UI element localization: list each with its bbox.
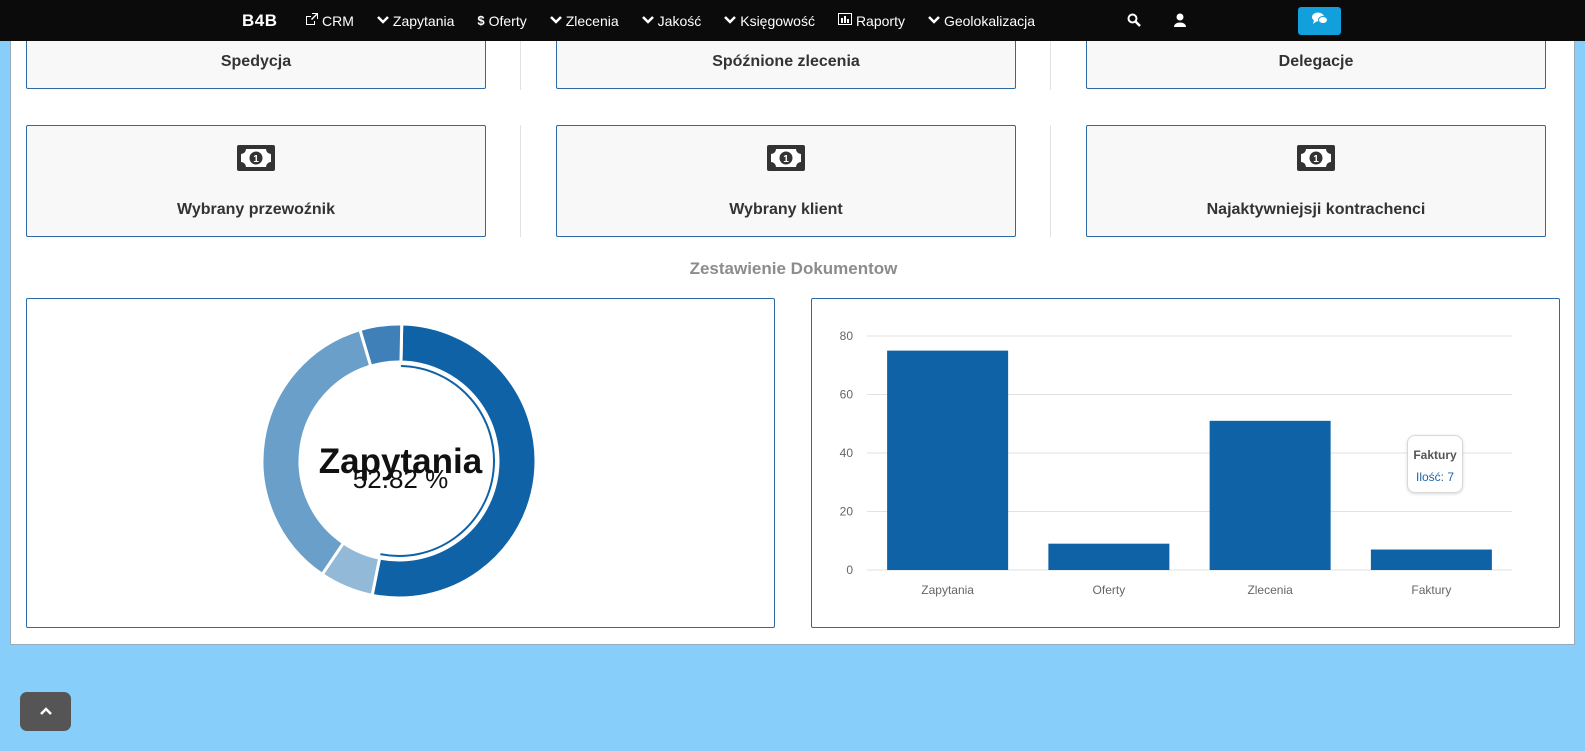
nav-item-label: Jakość (657, 12, 702, 29)
nav-item-label: Raporty (855, 12, 905, 29)
x-tick-label: Zlecenia (1247, 583, 1293, 597)
nav-item-zapytania[interactable]: Zapytania (377, 13, 454, 29)
tile-label: Najaktywniejsji kontrachenci (1206, 201, 1426, 218)
svg-text:1: 1 (1313, 154, 1319, 165)
chevron-down-icon (724, 13, 737, 28)
x-tick-label: Faktury (1411, 583, 1451, 597)
chart-tooltip: Faktury Ilość: 7 (1407, 435, 1463, 493)
money-bill-icon: 1 (237, 145, 275, 171)
chevron-down-icon (928, 13, 940, 28)
nav-item-label: Księgowość (740, 12, 815, 29)
svg-text:1: 1 (783, 154, 789, 165)
tile-wybrany-przewoznik[interactable]: 1 Wybrany przewoźnik (26, 125, 486, 237)
nav-item-jakosc[interactable]: Jakość (641, 12, 702, 29)
nav-item-label: Oferty (488, 12, 527, 29)
nav-item-label: Zlecenia (565, 12, 619, 29)
nav-menu: CRM Zapytania $ Oferty Zlecenia Jakość K… (305, 0, 1058, 41)
nav-item-label: Geolokalizacja (943, 12, 1036, 29)
tile-wybrany-klient[interactable]: 1 Wybrany klient (556, 125, 1016, 237)
divider (1050, 125, 1051, 237)
user-icon[interactable] (1174, 13, 1186, 27)
nav-item-ksiegowosc[interactable]: Księgowość (724, 13, 815, 29)
nav-item-raporty[interactable]: Raporty (837, 12, 905, 29)
donut-center-value: 52.82 % (352, 464, 449, 494)
tooltip-title: Faktury (1413, 448, 1457, 462)
donut-chart-panel: Zapytania 52.82 % (26, 298, 775, 628)
comments-icon (1311, 12, 1328, 30)
bar-zlecenia[interactable] (1209, 420, 1331, 570)
chat-button[interactable] (1298, 7, 1341, 35)
divider (520, 125, 521, 237)
y-tick-label: 20 (840, 505, 854, 519)
bar-chart-icon (837, 13, 852, 28)
chevron-down-icon (641, 13, 654, 28)
tile-label: Wybrany przewoźnik (177, 201, 335, 218)
nav-item-oferty[interactable]: $ Oferty (477, 13, 526, 29)
y-tick-label: 60 (840, 388, 854, 402)
external-link-icon (305, 13, 318, 28)
dollar-icon: $ (477, 13, 485, 28)
tooltip-value: Ilość: 7 (1415, 470, 1454, 484)
y-tick-label: 40 (840, 446, 854, 460)
top-navbar: B4B CRM Zapytania $ Oferty Zlecenia Jako… (0, 0, 1585, 41)
svg-text:1: 1 (253, 154, 259, 165)
nav-item-crm[interactable]: CRM (305, 13, 354, 29)
scroll-top-button[interactable] (20, 692, 71, 731)
bar-faktury[interactable] (1370, 549, 1492, 570)
dashboard-panel: Spedycja Spóźnione zlecenia Delegacje 1 … (10, 0, 1575, 645)
chevron-down-icon (549, 13, 562, 28)
brand-logo[interactable]: B4B (242, 11, 278, 31)
search-icon[interactable] (1127, 13, 1141, 27)
nav-item-label: CRM (322, 12, 354, 29)
bar-oferty[interactable] (1048, 543, 1170, 570)
tile-label: Spóźnione zlecenia (712, 53, 860, 70)
nav-item-label: Zapytania (392, 12, 455, 29)
x-tick-label: Oferty (1093, 583, 1126, 597)
nav-item-zlecenia[interactable]: Zlecenia (549, 12, 619, 29)
tile-najaktywniejsi-kontrahenci[interactable]: 1 Najaktywniejsji kontrachenci (1086, 125, 1546, 237)
section-title: Zestawienie Dokumentow (689, 259, 898, 278)
y-tick-label: 0 (846, 563, 853, 577)
tile-label: Delegacje (1278, 53, 1354, 70)
tile-label: Wybrany klient (729, 201, 843, 218)
chevron-down-icon (377, 13, 389, 28)
money-bill-icon: 1 (1297, 145, 1335, 171)
nav-item-geolokalizacja[interactable]: Geolokalizacja (928, 13, 1035, 29)
x-tick-label: Zapytania (921, 583, 974, 597)
tile-label: Spedycja (220, 53, 292, 70)
chevron-up-icon (39, 703, 52, 721)
bar-zapytania[interactable] (887, 350, 1009, 570)
y-tick-label: 80 (840, 329, 854, 343)
money-bill-icon: 1 (767, 145, 805, 171)
